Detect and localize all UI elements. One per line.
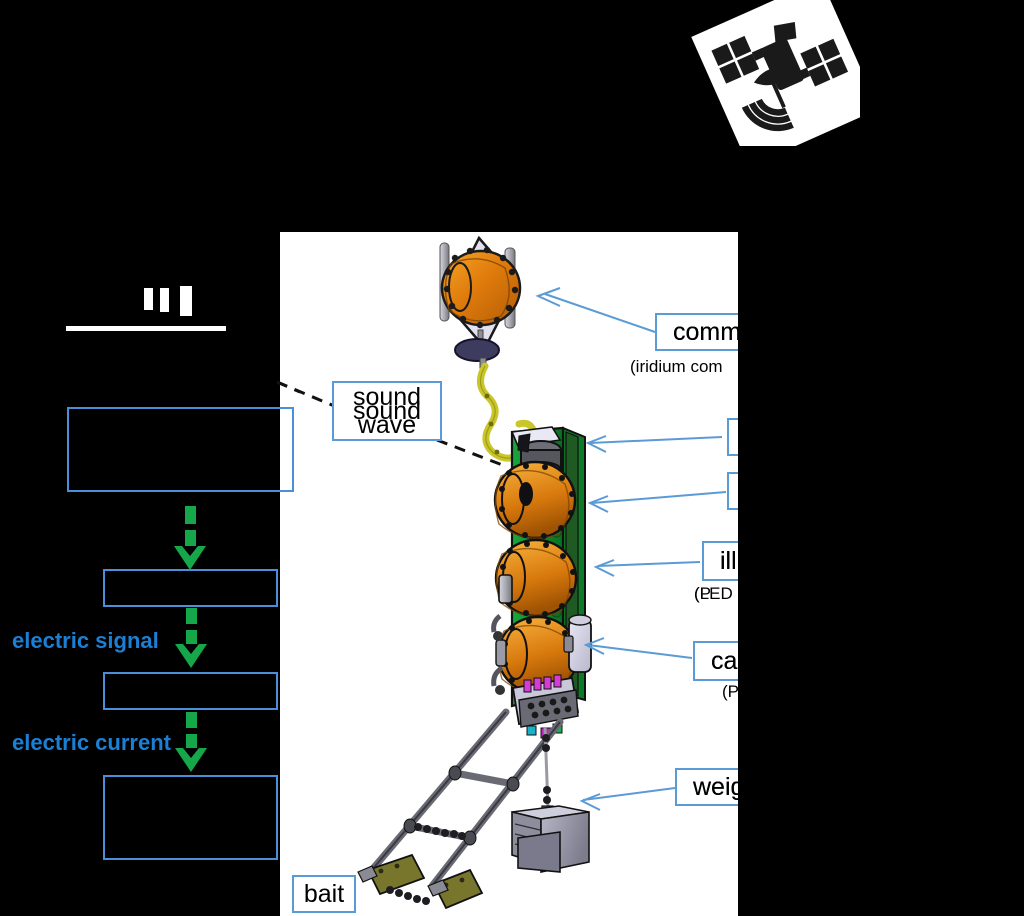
flow-box-2-top[interactable]: [103, 569, 278, 607]
callout-communication-text-top: comm: [673, 317, 742, 346]
figure-canvas: electric signal electric current sound s…: [0, 0, 1024, 916]
redaction-overlay-top: [0, 0, 738, 232]
redaction-right-top: [860, 0, 1024, 150]
bait-label[interactable]: bait: [292, 875, 356, 913]
redaction-mark-4: [180, 286, 192, 316]
flow-box-4-top[interactable]: [103, 775, 278, 860]
flow-box-3-top[interactable]: [103, 672, 278, 710]
redaction-mark-2: [144, 288, 153, 310]
bait-text: bait: [303, 880, 345, 908]
sound-wave-text-line2: wave: [357, 411, 417, 439]
redaction-right-column: [738, 146, 1024, 916]
redaction-mark-3: [160, 288, 169, 312]
heading-underline-2: [66, 326, 226, 331]
electric-current-label-top: electric current: [12, 730, 171, 755]
flow-box-1-top[interactable]: [67, 407, 294, 492]
electric-signal-label-top: electric signal: [12, 628, 159, 653]
sound-wave-text-line1: sound: [352, 383, 422, 411]
sound-wave-text: sound wave: [332, 381, 442, 441]
